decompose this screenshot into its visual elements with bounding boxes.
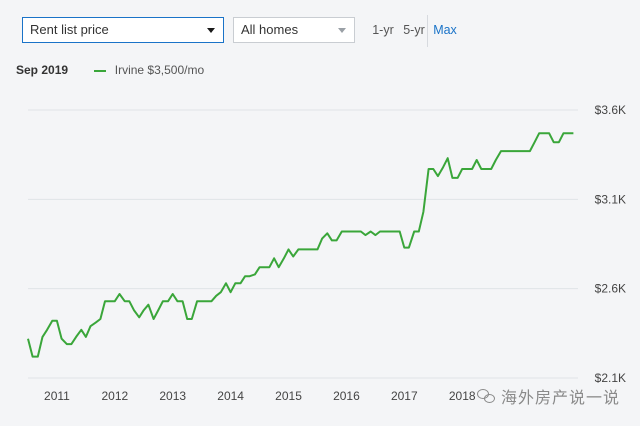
x-tick-label: 2015: [275, 389, 302, 403]
x-tick-label: 2017: [391, 389, 418, 403]
x-tick-label: 2012: [101, 389, 128, 403]
y-tick-label: $3.1K: [595, 192, 626, 206]
y-tick-label: $2.1K: [595, 371, 626, 385]
watermark: 海外房产说一说: [476, 384, 620, 408]
wechat-icon: [476, 389, 495, 403]
y-tick-label: $3.6K: [595, 103, 626, 117]
x-tick-label: 2016: [333, 389, 360, 403]
x-tick-label: 2014: [217, 389, 244, 403]
series-line-irvine: [27, 132, 574, 358]
watermark-text: 海外房产说一说: [500, 390, 620, 407]
line-chart[interactable]: $2.1K $2.6K $3.1K $3.6K 2011 2012 2013 2014 2015…: [0, 0, 640, 426]
x-tick-label: 2013: [159, 389, 186, 403]
y-tick-label: $2.6K: [595, 282, 626, 296]
x-tick-label: 2011: [44, 389, 70, 403]
x-tick-label: 2018: [449, 389, 476, 403]
